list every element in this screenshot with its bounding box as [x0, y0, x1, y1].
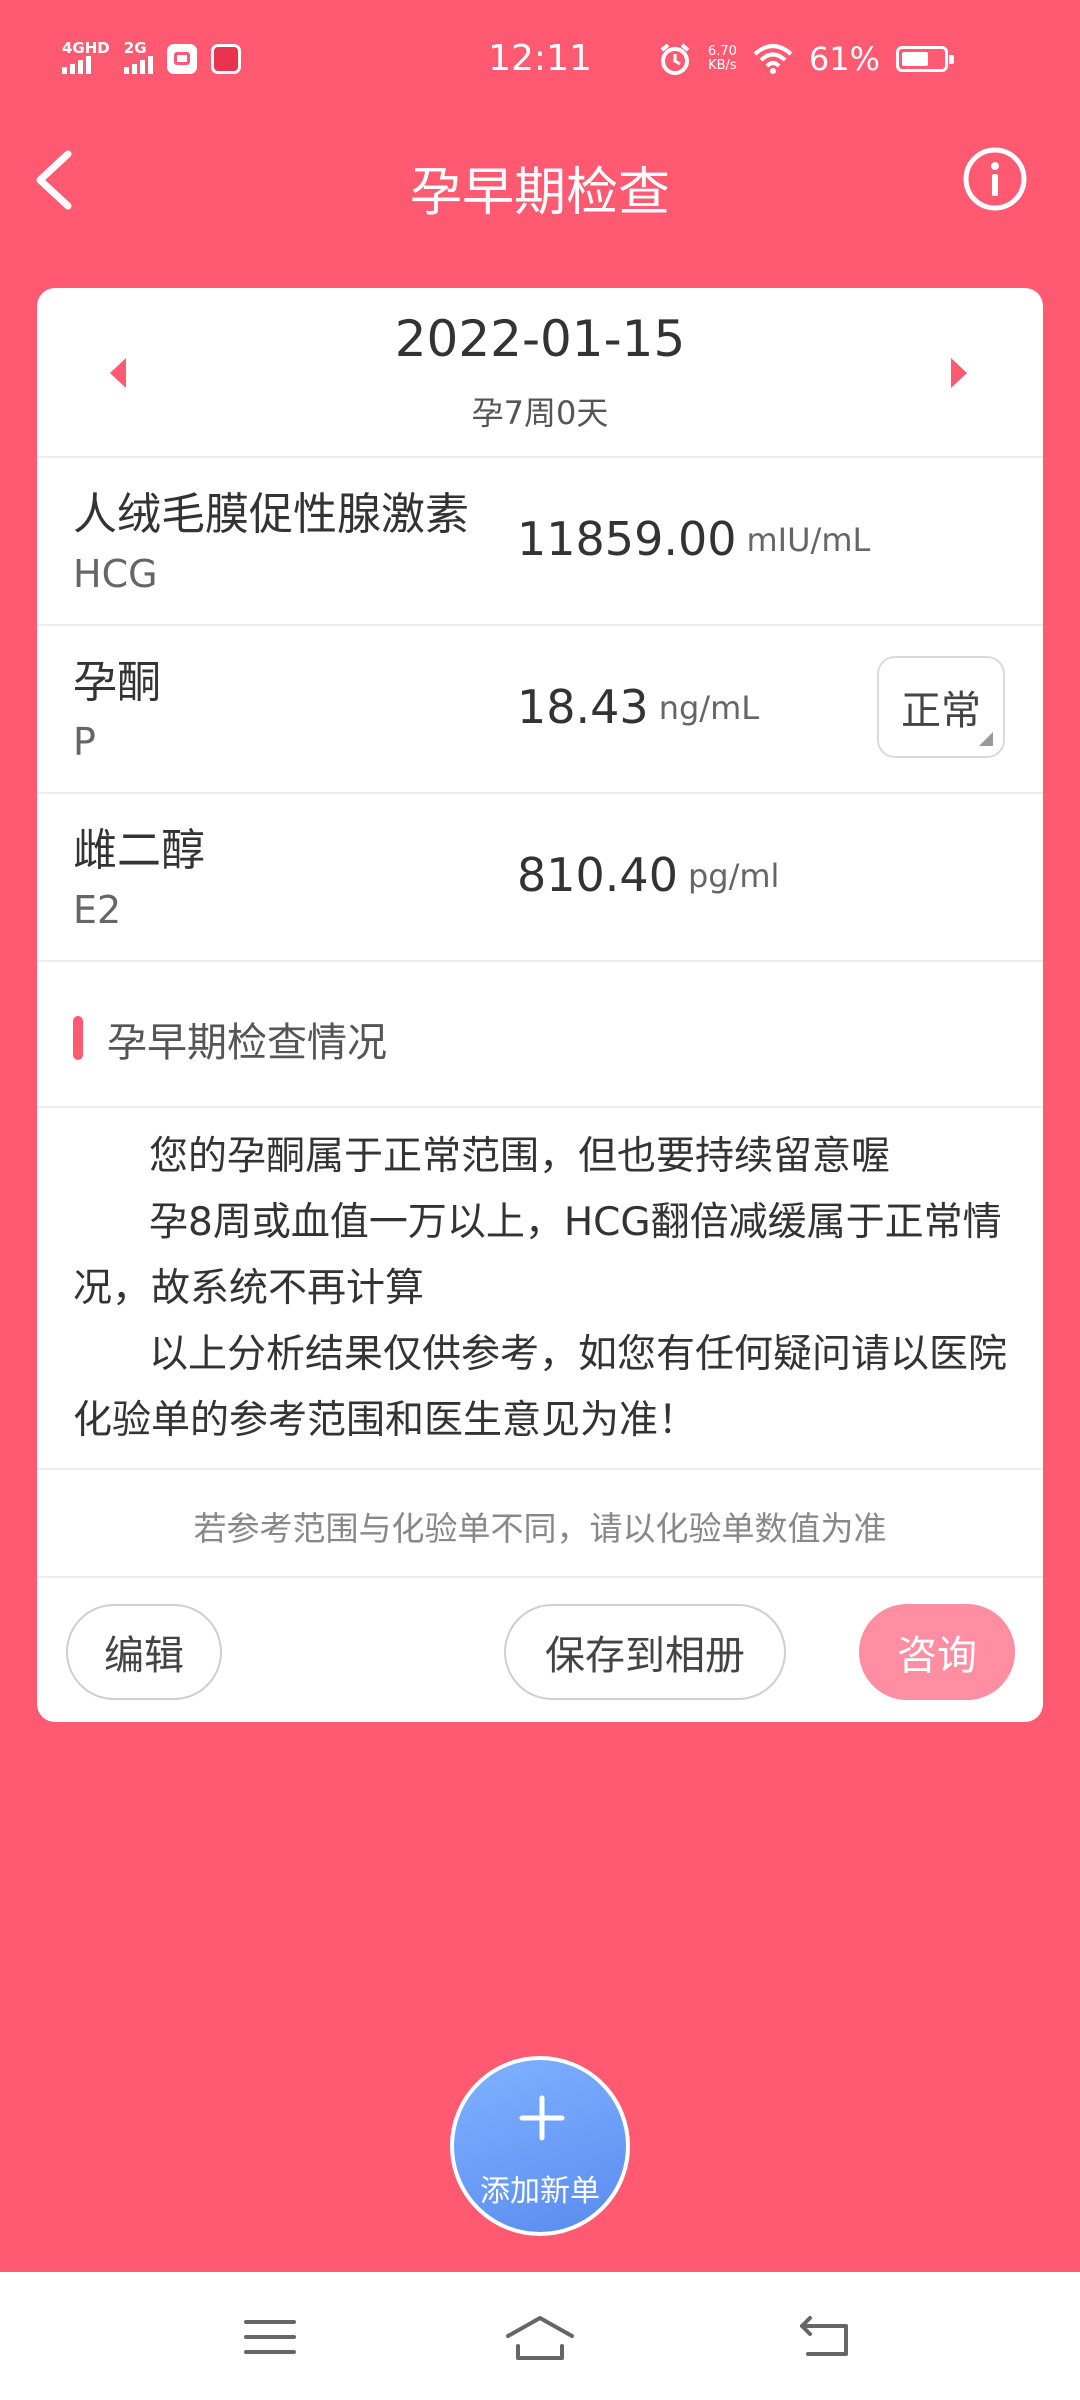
save-to-album-button[interactable]: 保存到相册	[504, 1604, 786, 1700]
add-new-report-button[interactable]: 添加新单	[450, 2056, 630, 2236]
pregnancy-week: 孕7周0天	[471, 394, 609, 432]
analysis-paragraph: 以上分析结果仅供参考，如您有任何疑问请以医院化验单的参考范围和医生意见为准！	[73, 1332, 1008, 1443]
reference-note: 若参考范围与化验单不同，请以化验单数值为准	[37, 1468, 1043, 1578]
item-value: 18.43	[517, 680, 649, 734]
next-date-icon[interactable]	[951, 358, 967, 388]
network-speed: 6.70 KB/s	[708, 45, 737, 73]
section-header: 孕早期检查情况	[37, 964, 1043, 1108]
home-icon[interactable]	[502, 2312, 578, 2362]
app-header: 孕早期检查	[0, 130, 1080, 230]
consult-button[interactable]: 咨询	[859, 1604, 1015, 1700]
analysis-text: 您的孕酮属于正常范围，但也要持续留意喔 孕8周或血值一万以上，HCG翻倍减缓属于…	[73, 1124, 1019, 1454]
item-value-group: 11859.00 mIU/mL	[517, 512, 870, 566]
item-value-group: 810.40 pg/ml	[517, 848, 779, 902]
item-abbr: HCG	[73, 552, 158, 596]
add-new-report-label: 添加新单	[480, 2174, 600, 2209]
info-icon[interactable]	[962, 146, 1028, 212]
plus-icon	[519, 2095, 565, 2141]
item-name: 孕酮	[73, 657, 161, 708]
section-accent-bar	[73, 1016, 83, 1060]
item-unit: ng/mL	[658, 689, 760, 727]
reference-note-text: 若参考范围与化验单不同，请以化验单数值为准	[193, 1509, 887, 1548]
item-value: 11859.00	[517, 512, 737, 566]
analysis-paragraph: 您的孕酮属于正常范围，但也要持续留意喔	[149, 1134, 891, 1179]
page-title: 孕早期检查	[409, 163, 670, 223]
back-nav-icon[interactable]	[794, 2312, 854, 2362]
edit-button[interactable]: 编辑	[66, 1604, 222, 1700]
record-date: 2022-01-15	[394, 310, 686, 368]
status-bar: 4GHD 2G 12:11 6.70 KB/s 61%	[0, 0, 1080, 120]
item-abbr: E2	[73, 888, 122, 932]
menu-icon[interactable]	[240, 2312, 300, 2362]
status-badge[interactable]: 正常	[877, 656, 1005, 758]
item-name: 人绒毛膜促性腺激素	[73, 489, 469, 540]
item-unit: mIU/mL	[746, 521, 871, 559]
item-abbr: P	[73, 720, 96, 764]
result-row-e2: 雌二醇 E2 810.40 pg/ml	[37, 792, 1043, 962]
battery-percent: 61%	[808, 40, 880, 78]
item-name: 雌二醇	[73, 825, 205, 876]
status-label: 正常	[901, 688, 981, 734]
speed-value: 6.70	[707, 44, 737, 59]
system-nav-bar	[0, 2272, 1080, 2400]
wifi-icon	[753, 44, 793, 74]
item-value: 810.40	[517, 848, 678, 902]
section-title: 孕早期检查情况	[107, 1020, 387, 1066]
date-selector: 2022-01-15 孕7周0天	[37, 288, 1043, 458]
status-right: 6.70 KB/s 61%	[658, 40, 954, 78]
item-unit: pg/ml	[687, 857, 780, 895]
speed-unit: KB/s	[708, 58, 737, 73]
result-row-hcg: 人绒毛膜促性腺激素 HCG 11859.00 mIU/mL	[37, 456, 1043, 626]
analysis-paragraph: 孕8周或血值一万以上，HCG翻倍减缓属于正常情况，故系统不再计算	[73, 1200, 1002, 1311]
item-value-group: 18.43 ng/mL	[517, 680, 759, 734]
report-card: 2022-01-15 孕7周0天 人绒毛膜促性腺激素 HCG 11859.00 m…	[37, 288, 1043, 1722]
battery-icon	[896, 46, 954, 72]
result-row-p: 孕酮 P 18.43 ng/mL 正常	[37, 624, 1043, 794]
alarm-icon	[660, 43, 690, 75]
